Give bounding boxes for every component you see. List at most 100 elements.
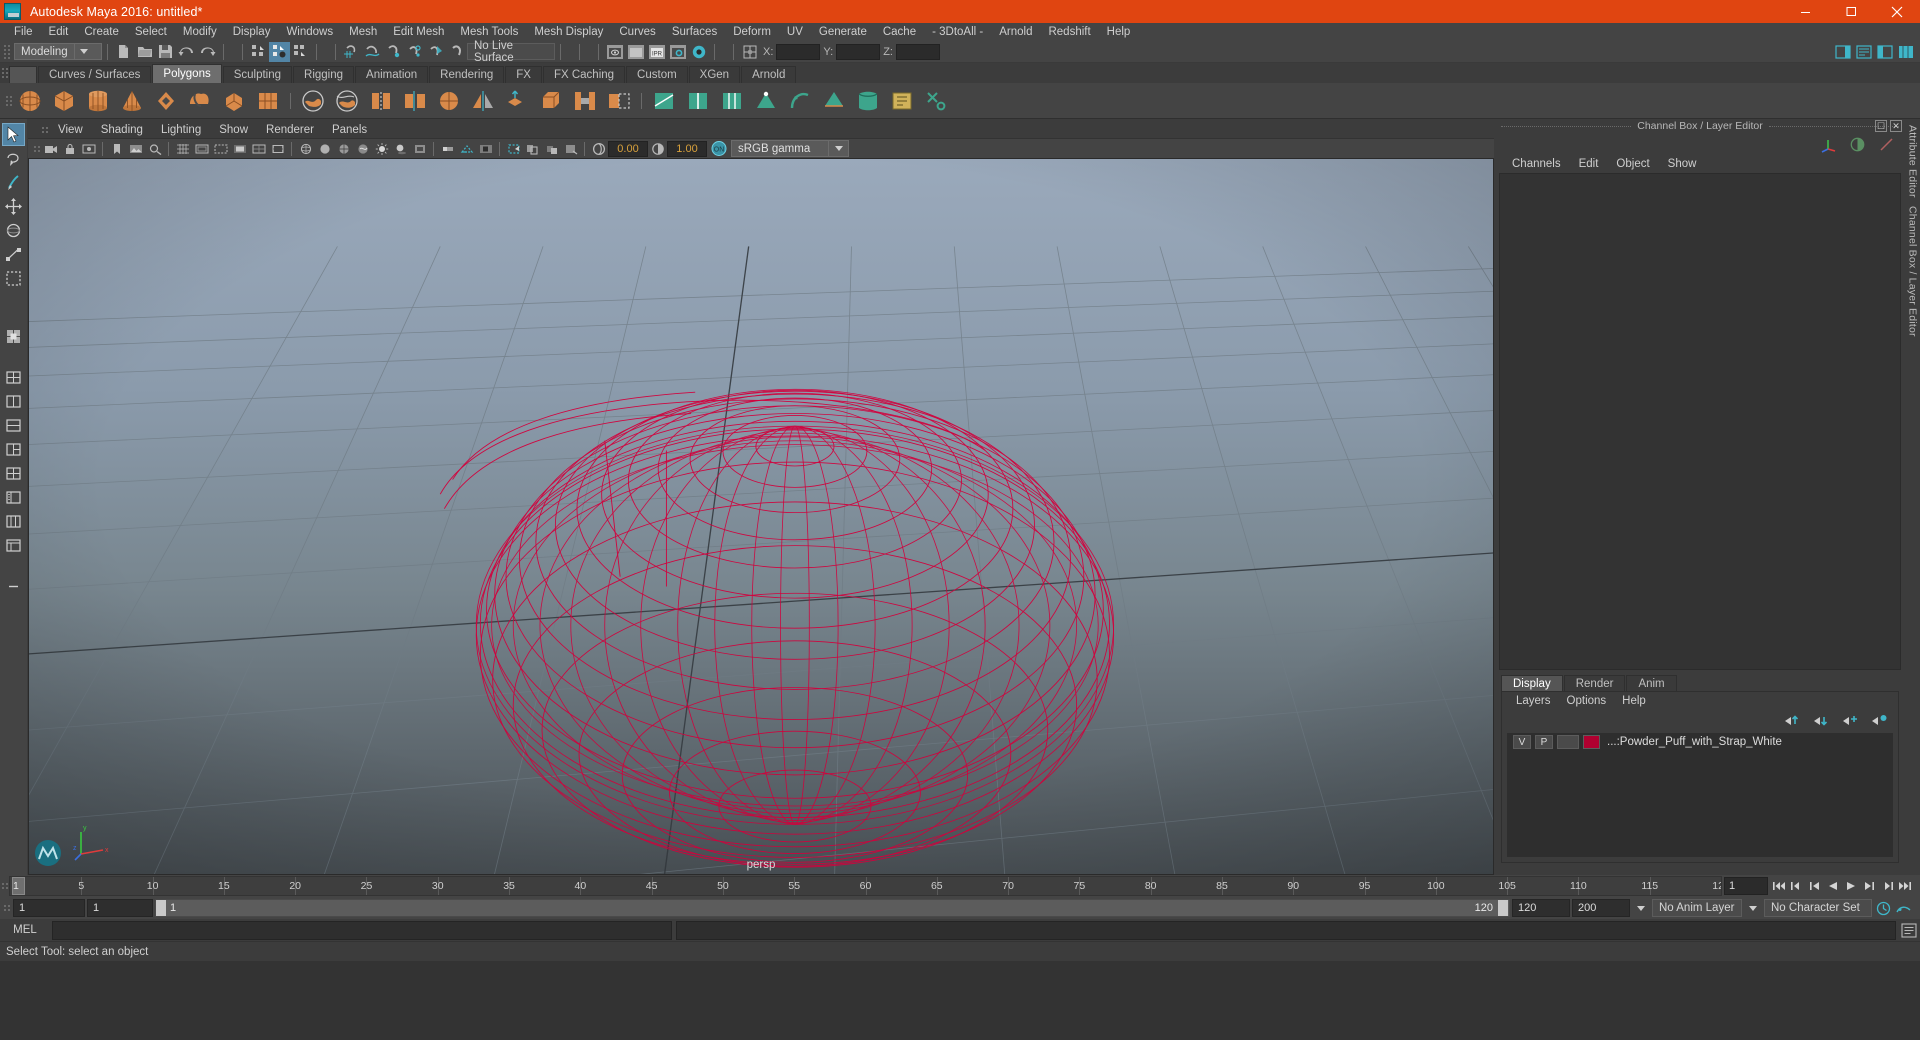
menu-curves[interactable]: Curves — [611, 23, 663, 41]
new-layer-icon[interactable] — [1842, 714, 1859, 727]
soft-mod-tool-icon[interactable] — [2, 267, 25, 290]
extrude-icon[interactable] — [502, 86, 532, 116]
layer-list-item[interactable]: V P ...:Powder_Puff_with_Strap_White — [1507, 733, 1893, 751]
last-tool-icon[interactable] — [2, 325, 25, 348]
view-transform-selector[interactable]: sRGB gamma — [731, 140, 849, 157]
side-tab-channel-box[interactable]: Channel Box / Layer Editor — [1907, 206, 1919, 337]
shelf-tab-rigging[interactable]: Rigging — [293, 66, 355, 83]
smooth-icon[interactable] — [434, 86, 464, 116]
insert-edge-loop-icon[interactable] — [683, 86, 713, 116]
scale-tool-icon[interactable] — [2, 243, 25, 266]
shelf-grip[interactable] — [0, 63, 9, 83]
channel-menu-channels[interactable]: Channels — [1503, 155, 1570, 173]
animation-end-field[interactable]: 200 — [1572, 899, 1630, 917]
open-scene-icon[interactable] — [134, 42, 155, 62]
maximize-button[interactable] — [1828, 0, 1874, 23]
rotate-tool-icon[interactable] — [2, 219, 25, 242]
new-scene-icon[interactable] — [113, 42, 134, 62]
make-live-icon[interactable] — [446, 42, 467, 62]
safe-action-icon[interactable] — [269, 140, 286, 157]
offset-edge-loop-icon[interactable] — [717, 86, 747, 116]
redo-icon[interactable] — [197, 42, 218, 62]
dock-undock-icon[interactable]: ☐ — [1875, 120, 1887, 132]
bevel-icon[interactable] — [536, 86, 566, 116]
playback-end-field[interactable]: 120 — [1512, 899, 1570, 917]
persp-outliner-layout-icon[interactable] — [2, 510, 25, 533]
viewport-menu-panels[interactable]: Panels — [323, 121, 376, 139]
smooth-shade-icon[interactable] — [316, 140, 333, 157]
poly-cube-icon[interactable] — [49, 86, 79, 116]
animation-preferences-icon[interactable] — [1894, 899, 1912, 917]
select-tool-icon[interactable] — [2, 123, 25, 146]
move-layer-up-icon[interactable] — [1784, 714, 1801, 727]
shelf-tab-xgen[interactable]: XGen — [688, 66, 741, 83]
two-d-pan-zoom-icon[interactable] — [146, 140, 163, 157]
layer-tab-render[interactable]: Render — [1563, 675, 1626, 691]
poly-torus-icon[interactable] — [151, 86, 181, 116]
target-weld-icon[interactable] — [751, 86, 781, 116]
two-panes-stacked-icon[interactable] — [2, 414, 25, 437]
menu-edit[interactable]: Edit — [41, 23, 77, 41]
menu-select[interactable]: Select — [127, 23, 175, 41]
menu-modify[interactable]: Modify — [175, 23, 225, 41]
channel-menu-object[interactable]: Object — [1607, 155, 1658, 173]
anim-layer-chevron-down-icon[interactable] — [1744, 899, 1762, 917]
snap-to-projected-center-icon[interactable] — [404, 42, 425, 62]
poly-sphere-icon[interactable] — [15, 86, 45, 116]
shelf-tab-animation[interactable]: Animation — [355, 66, 429, 83]
menu-set-selector[interactable]: Modeling — [14, 43, 102, 60]
side-tab-attribute-editor[interactable]: Attribute Editor — [1907, 125, 1919, 198]
grid-toggle-icon[interactable] — [174, 140, 191, 157]
select-by-hierarchy-icon[interactable] — [248, 42, 269, 62]
sphere-half-icon[interactable] — [1849, 136, 1866, 153]
field-chart-icon[interactable] — [250, 140, 267, 157]
slash-icon[interactable] — [1878, 136, 1895, 153]
menu-generate[interactable]: Generate — [811, 23, 875, 41]
coord-z-input[interactable] — [895, 43, 940, 60]
select-camera-icon[interactable] — [42, 140, 59, 157]
gamma-value[interactable]: 1.00 — [667, 140, 707, 157]
menu-mesh-display[interactable]: Mesh Display — [526, 23, 611, 41]
current-frame-field[interactable]: 1 — [1724, 877, 1768, 895]
go-to-start-icon[interactable] — [1770, 877, 1788, 895]
menu-surfaces[interactable]: Surfaces — [664, 23, 725, 41]
poly-prism-icon[interactable] — [253, 86, 283, 116]
chevron-down-icon[interactable] — [73, 44, 94, 59]
shelf-tab-polygons[interactable]: Polygons — [152, 64, 222, 83]
camera-attributes-icon[interactable] — [80, 140, 97, 157]
viewport-menu-shading[interactable]: Shading — [92, 121, 152, 139]
layer-shading-toggle[interactable] — [1557, 735, 1579, 749]
range-bar-right-handle[interactable] — [1498, 900, 1508, 916]
poly-pipe-icon[interactable] — [219, 86, 249, 116]
snap-to-point-icon[interactable] — [383, 42, 404, 62]
boolean-union-icon[interactable] — [298, 86, 328, 116]
coord-y-input[interactable] — [836, 43, 881, 60]
animation-start-field[interactable]: 1 — [13, 899, 85, 917]
time-slider-grip[interactable] — [0, 876, 9, 896]
lasso-select-tool-icon[interactable] — [2, 147, 25, 170]
close-button[interactable] — [1874, 0, 1920, 23]
uv-automatic-icon[interactable] — [887, 86, 917, 116]
snap-to-view-plane-icon[interactable] — [425, 42, 446, 62]
render-sequence-icon[interactable] — [625, 42, 646, 62]
command-language-label[interactable]: MEL — [2, 924, 48, 936]
exposure-value[interactable]: 0.00 — [608, 140, 648, 157]
xray-active-components-icon[interactable] — [562, 140, 579, 157]
sidebar-toggle-icon[interactable] — [1832, 42, 1853, 62]
shadows-icon[interactable] — [392, 140, 409, 157]
textured-icon[interactable] — [354, 140, 371, 157]
menu-redshift[interactable]: Redshift — [1040, 23, 1098, 41]
play-backwards-icon[interactable] — [1824, 877, 1842, 895]
render-current-frame-icon[interactable] — [604, 42, 625, 62]
shelf-tab-fx[interactable]: FX — [505, 66, 542, 83]
layer-tab-anim[interactable]: Anim — [1626, 675, 1677, 691]
script-editor-icon[interactable] — [1900, 921, 1918, 939]
toolbar-grip[interactable] — [2, 42, 11, 62]
step-back-key-icon[interactable] — [1788, 877, 1806, 895]
select-by-object-icon[interactable] — [269, 41, 290, 62]
playback-start-field[interactable]: 1 — [87, 899, 153, 917]
range-bar-left-handle[interactable] — [156, 900, 166, 916]
separate-icon[interactable] — [400, 86, 430, 116]
layer-color-swatch[interactable] — [1583, 735, 1600, 749]
single-view-layout-icon[interactable] — [2, 366, 25, 389]
